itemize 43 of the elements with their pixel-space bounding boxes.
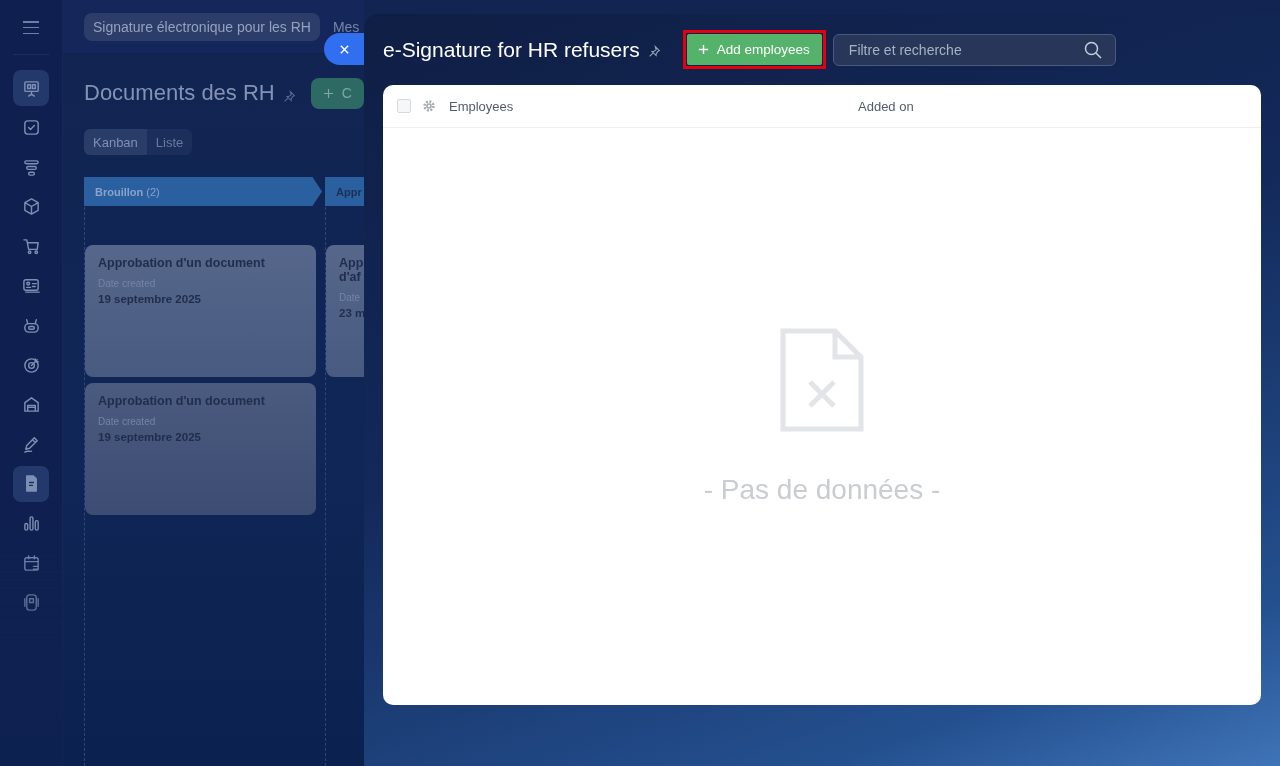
view-tab[interactable]: Kanban [84,129,147,155]
empty-document-icon [780,328,864,432]
box-icon [21,197,41,217]
plus-icon [322,87,334,99]
close-button[interactable] [324,33,364,65]
close-icon [338,43,350,55]
panel-title: e-Signature for HR refusers [383,37,640,62]
search-icon[interactable] [1083,40,1102,59]
breadcrumb-chip[interactable]: Signature électronique pour les RH [84,12,320,41]
column-header[interactable]: Added on [858,98,914,114]
card-title: Approbation d'un document [98,256,266,270]
bar-chart-icon [21,514,41,534]
page-title: Documents des RH [84,80,275,106]
plus-icon [697,44,709,55]
target-icon [21,355,41,375]
presentation-board-icon [21,78,41,98]
card-title: d'af [339,270,362,284]
view-tab[interactable]: Liste [146,129,193,155]
warehouse-icon [21,395,41,415]
cart-icon [21,236,41,256]
create-button[interactable]: C [310,77,364,109]
card-date: 19 septembre 2025 [98,293,202,305]
menu-icon[interactable] [23,21,39,34]
pin-icon[interactable] [647,45,661,58]
column-header[interactable]: Employees [449,98,858,114]
sidebar-item[interactable] [13,465,49,502]
robot-icon [21,316,41,336]
column-header: Appr [325,177,364,206]
card-title: App [339,256,364,270]
pen-icon [21,434,41,454]
contact-card-icon [21,276,41,296]
add-employees-button[interactable]: Add employees [686,34,822,65]
column-header: Brouillon (2) [84,177,322,206]
pin-icon[interactable] [282,89,296,103]
calendar-icon [21,553,41,573]
top-tab[interactable]: Mes [332,18,360,35]
phone-icon [21,593,41,613]
select-all-checkbox[interactable] [397,99,411,113]
checkbox-icon [21,118,41,138]
sidebar-item[interactable] [13,70,49,106]
search-field[interactable]: Filtre et recherche [832,33,1116,66]
card-date: 23 m [339,307,364,319]
funnel-icon [21,157,41,177]
